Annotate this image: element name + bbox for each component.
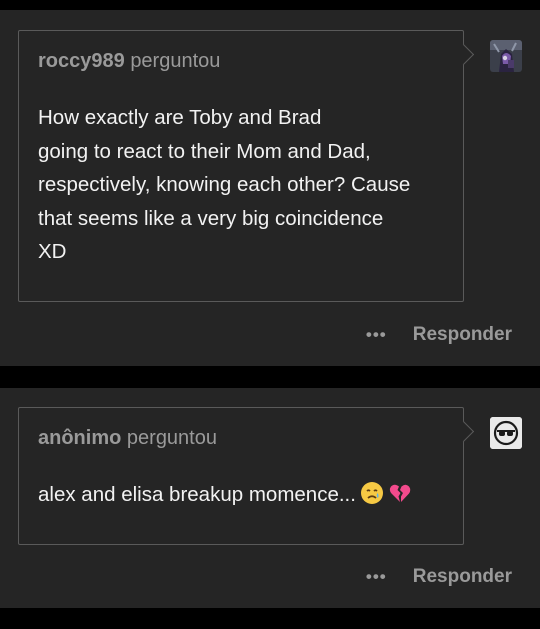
asker-avatar[interactable] <box>490 40 522 72</box>
anonymous-avatar-icon <box>490 417 522 449</box>
question-text: alex and elisa breakup momence... <box>38 478 449 516</box>
question-line: alex and elisa breakup momence... <box>38 483 356 506</box>
asked-label: perguntou <box>126 427 217 449</box>
question-bubble: roccy989 perguntou How exactly are Toby … <box>18 30 475 302</box>
bubble-pointer <box>452 43 475 66</box>
ellipsis-icon[interactable]: ••• <box>366 567 387 587</box>
avatar-image <box>490 40 522 72</box>
ask-post: anônimo perguntou alex and elisa breakup… <box>0 388 540 608</box>
question-text: How exactly are Toby and Brad going to r… <box>38 101 449 269</box>
asker-avatar <box>490 417 522 449</box>
ellipsis-icon[interactable]: ••• <box>366 325 387 345</box>
asker-line: roccy989 perguntou <box>38 50 220 73</box>
reply-button[interactable]: Responder <box>413 324 512 346</box>
question-line: respectively, knowing each other? Cause <box>38 173 411 197</box>
post-actions: ••• Responder <box>366 324 512 346</box>
question-line: that seems like a very big coincidence <box>38 206 384 230</box>
question-line: XD <box>38 240 67 264</box>
asked-label: perguntou <box>130 50 221 72</box>
reply-button[interactable]: Responder <box>413 566 512 588</box>
bubble-pointer <box>452 420 475 443</box>
asker-line: anônimo perguntou <box>38 427 217 450</box>
question-line: going to react to their Mom and Dad, <box>38 139 371 163</box>
asker-name: anônimo <box>38 427 122 449</box>
asker-name-link[interactable]: roccy989 <box>38 50 125 72</box>
question-bubble: anônimo perguntou alex and elisa breakup… <box>18 407 475 545</box>
ask-post: roccy989 perguntou How exactly are Toby … <box>0 10 540 366</box>
question-line: How exactly are Toby and Brad <box>38 106 322 129</box>
crying-face-icon <box>360 481 384 516</box>
ask-feed: roccy989 perguntou How exactly are Toby … <box>0 0 540 629</box>
broken-heart-icon <box>388 481 412 516</box>
post-actions: ••• Responder <box>366 566 512 588</box>
